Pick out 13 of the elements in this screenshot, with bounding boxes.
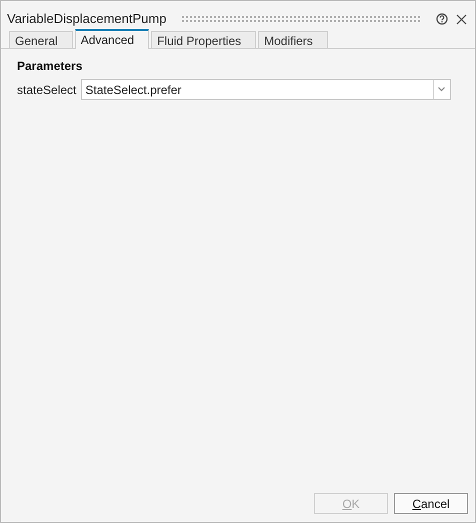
window-title: VariableDisplacementPump: [7, 10, 166, 28]
section-title: Parameters: [17, 58, 84, 75]
close-icon[interactable]: [456, 14, 467, 24]
parameter-label: stateSelect: [17, 82, 76, 98]
drag-handle[interactable]: [182, 16, 420, 22]
dialog-button[interactable]: Cancel: [394, 493, 468, 514]
tab[interactable]: Advanced: [74, 29, 150, 49]
caret-icon[interactable]: [438, 87, 445, 92]
tab[interactable]: Fluid Properties: [151, 31, 256, 48]
dropdown-field[interactable]: StateSelect.prefer: [81, 79, 451, 100]
help-icon[interactable]: [436, 13, 448, 25]
tab[interactable]: Modifiers: [258, 31, 328, 48]
tab[interactable]: General: [9, 31, 73, 48]
